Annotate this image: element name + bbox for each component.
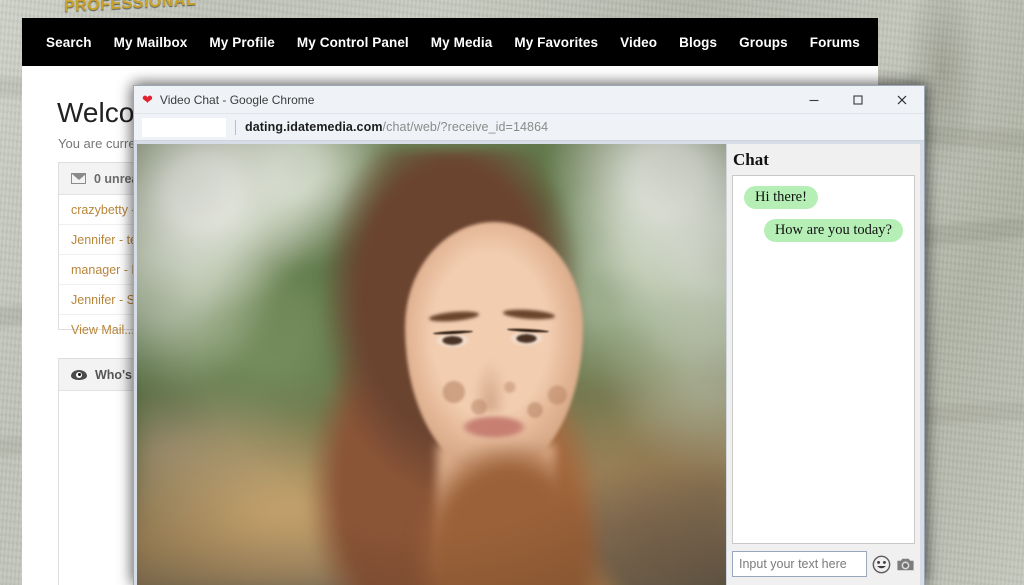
chat-message-bubble: Hi there! [744,186,818,209]
desktop-background: PROFESSIONAL Search My Mailbox My Profile M… [0,0,1024,585]
chat-message-bubble: How are you today? [763,219,903,242]
site-logo-text: PROFESSIONAL [64,0,197,16]
url-host: dating.idatemedia.com [245,120,383,134]
nav-my-media[interactable]: My Media [420,35,504,50]
omnibox-icon-area[interactable] [142,117,226,137]
window-title: Video Chat - Google Chrome [159,92,315,107]
eye-icon [71,369,87,380]
nav-my-mailbox[interactable]: My Mailbox [103,35,199,50]
nav-video[interactable]: Video [609,35,668,50]
video-vignette [137,144,726,585]
chat-panel: Chat Hi there! How are you today? [726,144,920,585]
address-bar-url[interactable]: dating.idatemedia.com/chat/web/?receive_… [245,120,548,134]
maximize-icon[interactable] [836,86,880,114]
emoji-icon[interactable] [872,555,891,574]
close-icon[interactable] [880,86,924,114]
site-logo-strip: PROFESSIONAL [22,0,878,18]
chrome-browser-window: ❤ Video Chat - Google Chrome dating.idat… [133,85,925,585]
browser-viewport: Chat Hi there! How are you today? [134,141,924,585]
chat-input[interactable] [732,551,867,577]
site-navigation-bar[interactable]: Search My Mailbox My Profile My Control Pan… [22,18,878,66]
url-path: /chat/web/?receive_id=14864 [382,120,549,134]
video-feed[interactable] [137,144,726,585]
minimize-icon[interactable] [792,86,836,114]
nav-my-profile[interactable]: My Profile [198,35,286,50]
browser-toolbar[interactable]: dating.idatemedia.com/chat/web/?receive_… [134,114,924,141]
red-heart-icon: ❤ [142,92,153,107]
window-title-bar[interactable]: ❤ Video Chat - Google Chrome [134,86,924,114]
envelope-icon [71,173,86,184]
nav-blogs[interactable]: Blogs [668,35,728,50]
nav-search[interactable]: Search [35,35,103,50]
chat-heading: Chat [733,150,769,169]
nav-forums[interactable]: Forums [799,35,871,50]
nav-my-control-panel[interactable]: My Control Panel [286,35,420,50]
chat-input-bar [727,544,920,585]
camera-icon[interactable] [896,555,915,574]
chat-message-log: Hi there! How are you today? [732,175,915,544]
nav-my-favorites[interactable]: My Favorites [503,35,609,50]
omnibox-separator [235,119,236,135]
nav-groups[interactable]: Groups [728,35,799,50]
